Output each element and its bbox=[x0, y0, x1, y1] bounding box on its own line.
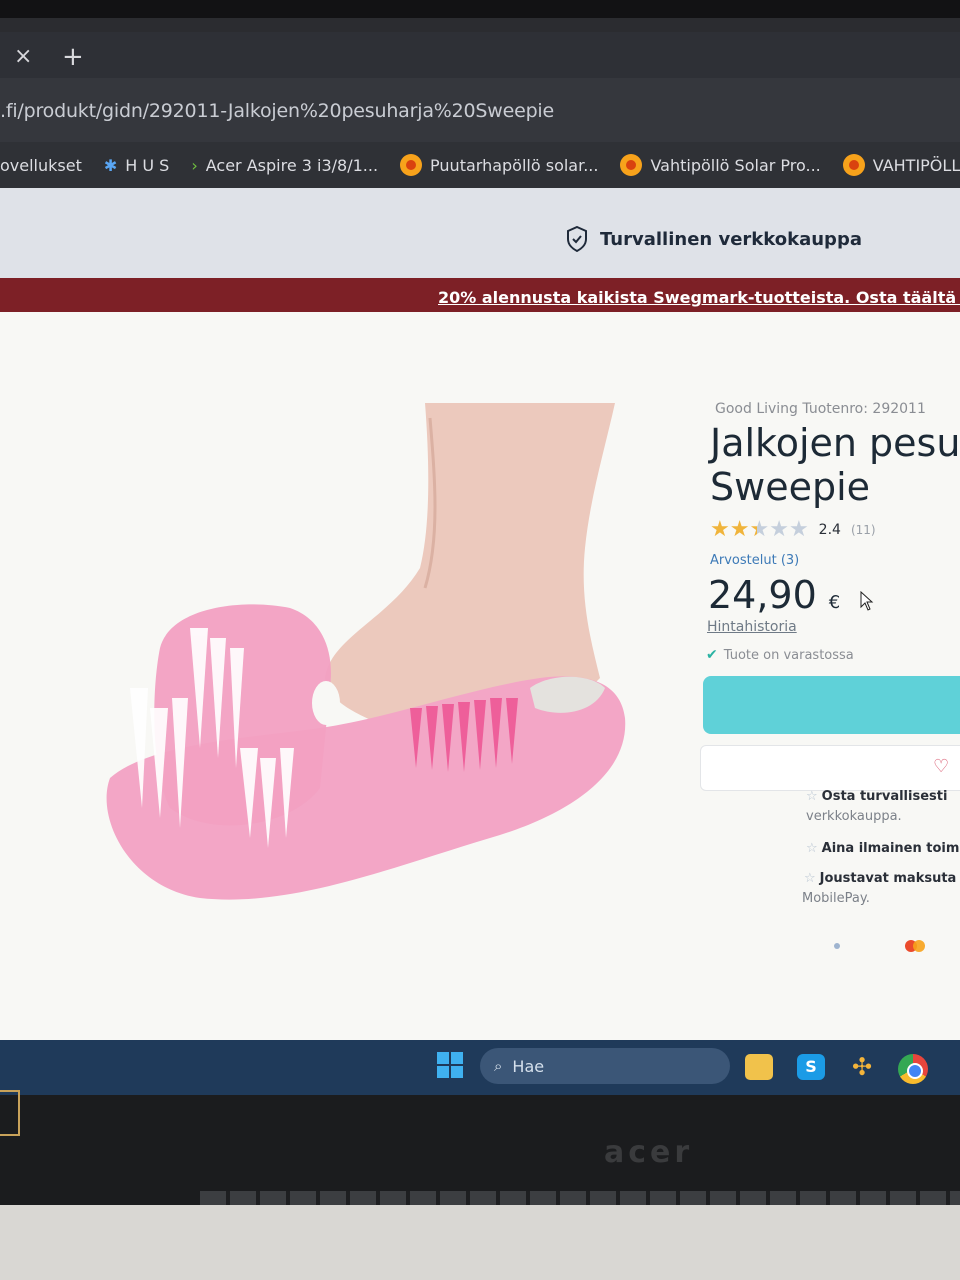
rating-stars[interactable]: ★ ★ ★ ★ ★ 2.4 (11) bbox=[710, 519, 876, 541]
bookmark-hus[interactable]: ✱ H U S bbox=[104, 156, 169, 175]
secure-bar: Turvallinen verkkokauppa bbox=[0, 188, 960, 284]
orange-circle-icon bbox=[842, 154, 865, 176]
bookmark-label: ovellukset bbox=[0, 155, 82, 175]
orange-circle-icon bbox=[400, 154, 423, 176]
reviews-link[interactable]: Arvostelut (3) bbox=[710, 553, 799, 568]
usp-secure: ☆ Osta turvallisesti bbox=[806, 789, 947, 804]
stock-status: ✔ Tuote on varastossa bbox=[706, 647, 854, 663]
search-icon: ⌕ bbox=[494, 1057, 503, 1075]
windows-start-icon[interactable] bbox=[437, 1052, 463, 1078]
star-outline-icon: ☆ bbox=[806, 789, 818, 804]
shield-icon bbox=[567, 226, 587, 252]
acer-logo: acer bbox=[604, 1135, 694, 1170]
product-title: Jalkojen pesu Sweepie bbox=[710, 421, 960, 509]
check-icon: ✔ bbox=[706, 647, 718, 663]
usp-sub: MobilePay. bbox=[802, 891, 870, 906]
star-icon: ★ bbox=[769, 517, 789, 542]
bookmark-label: VAHTIPÖLLÖ 42C bbox=[872, 155, 960, 175]
product-title-line2: Sweepie bbox=[710, 465, 871, 509]
secure-label: Turvallinen verkkokauppa bbox=[600, 228, 862, 250]
tab-strip: × + bbox=[0, 32, 960, 78]
price-value: 24,90 bbox=[708, 573, 817, 617]
promo-link[interactable]: 20% alennusta kaikista Swegmark-tuotteis… bbox=[438, 288, 960, 307]
add-to-cart-button[interactable] bbox=[703, 676, 960, 734]
acer-icon: › bbox=[191, 155, 198, 175]
close-tab-icon[interactable]: × bbox=[14, 46, 32, 68]
bookmark-label: Puutarhapöllö solar... bbox=[430, 155, 599, 175]
file-explorer-icon[interactable] bbox=[745, 1054, 773, 1080]
secure-shop-badge: Turvallinen verkkokauppa bbox=[566, 226, 862, 252]
bookmark-label: Acer Aspire 3 i3/8/1... bbox=[205, 155, 379, 175]
url-text[interactable]: .fi/produkt/gidn/292011-Jalkojen%20pesuh… bbox=[0, 100, 554, 122]
usp-title: Aina ilmainen toim bbox=[821, 841, 960, 856]
usp-free-delivery: ☆ Aina ilmainen toim bbox=[806, 841, 959, 856]
orange-circle-icon bbox=[620, 154, 643, 176]
price: 24,90 € bbox=[708, 573, 840, 617]
mastercard-icon bbox=[905, 940, 925, 952]
address-bar[interactable]: .fi/produkt/gidn/292011-Jalkojen%20pesuh… bbox=[0, 78, 960, 142]
taskbar-search[interactable]: ⌕ Hae bbox=[480, 1048, 730, 1084]
star-icon: ★ bbox=[788, 517, 809, 542]
product-title-line1: Jalkojen pesu bbox=[710, 421, 960, 465]
bookmark-vahtipollo-42[interactable]: VAHTIPÖLLÖ 42C bbox=[842, 154, 960, 176]
bookmark-vahtipollo-solar[interactable]: Vahtipöllö Solar Pro... bbox=[620, 154, 821, 176]
side-bracket bbox=[0, 1090, 20, 1136]
bookmark-acer[interactable]: › Acer Aspire 3 i3/8/1... bbox=[191, 156, 378, 175]
bookmark-label: H U S bbox=[125, 155, 170, 175]
bookmarks-bar: ovellukset ✱ H U S › Acer Aspire 3 i3/8/… bbox=[0, 142, 960, 188]
brand-and-sku: Good Living Tuotenro: 292011 bbox=[715, 401, 926, 417]
usp-payments: ☆ Joustavat maksuta bbox=[804, 871, 956, 886]
star-icon: ★ bbox=[729, 517, 750, 542]
star-outline-icon: ☆ bbox=[806, 841, 818, 856]
rating-count: (11) bbox=[850, 523, 876, 537]
bookmark-label: Vahtipöllö Solar Pro... bbox=[650, 155, 821, 175]
bookmark-puutarhapollo[interactable]: Puutarhapöllö solar... bbox=[400, 154, 598, 176]
star-half-icon: ★ bbox=[749, 517, 770, 542]
web-page: Turvallinen verkkokauppa 20% alennusta k… bbox=[0, 188, 960, 1058]
star-icon: ★ bbox=[710, 517, 730, 542]
skype-icon[interactable]: S bbox=[797, 1054, 825, 1080]
mouse-cursor-icon bbox=[860, 591, 874, 611]
usp-title: Osta turvallisesti bbox=[821, 789, 948, 804]
windows-taskbar: ⌕ Hae S ✣ bbox=[0, 1040, 960, 1095]
payment-logo bbox=[834, 943, 840, 949]
usp-sub: verkkokauppa. bbox=[806, 809, 902, 824]
heart-icon: ♡ bbox=[933, 756, 950, 777]
price-currency: € bbox=[828, 592, 841, 613]
rating-value: 2.4 bbox=[818, 522, 841, 538]
hus-icon: ✱ bbox=[103, 155, 118, 175]
new-tab-icon[interactable]: + bbox=[62, 44, 84, 70]
price-history-link[interactable]: Hintahistoria bbox=[707, 619, 797, 635]
chrome-icon[interactable] bbox=[898, 1054, 928, 1084]
promo-banner[interactable]: 20% alennusta kaikista Swegmark-tuotteis… bbox=[0, 278, 960, 312]
wishlist-button[interactable]: ♡ bbox=[700, 745, 960, 791]
screen: × + .fi/produkt/gidn/292011-Jalkojen%20p… bbox=[0, 18, 960, 1083]
star-outline-icon: ☆ bbox=[804, 871, 816, 886]
product-image[interactable] bbox=[90, 388, 650, 918]
desk-surface bbox=[0, 1205, 960, 1280]
search-placeholder: Hae bbox=[512, 1056, 545, 1076]
bookmark-apps[interactable]: ovellukset bbox=[0, 156, 82, 175]
stock-text: Tuote on varastossa bbox=[723, 647, 854, 663]
photos-icon[interactable]: ✣ bbox=[848, 1054, 876, 1080]
usp-title: Joustavat maksuta bbox=[819, 871, 957, 886]
